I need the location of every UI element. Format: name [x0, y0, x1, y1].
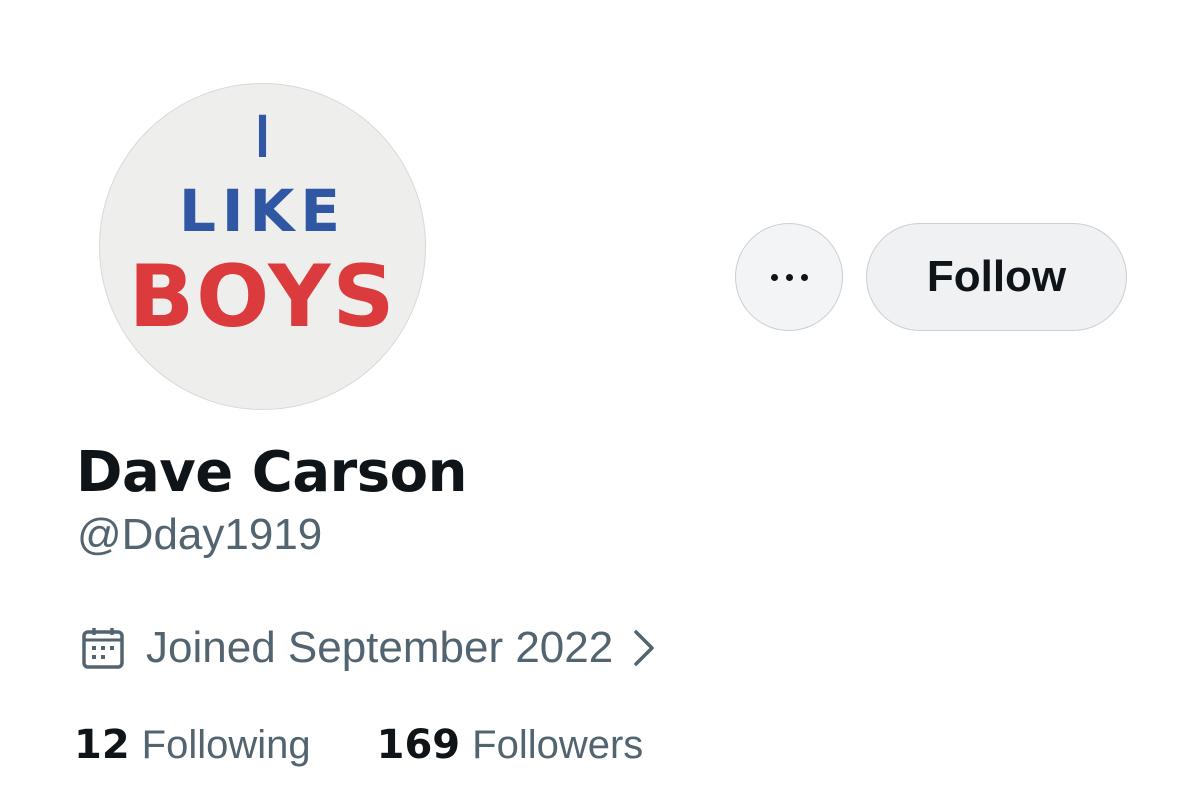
calendar-icon [82, 628, 124, 669]
following-count: 12 [74, 722, 130, 768]
avatar[interactable]: I LIKE BOYS [96, 80, 429, 413]
avatar-badge-line-1: I [255, 103, 270, 171]
more-options-button[interactable] [735, 223, 843, 331]
follow-button[interactable]: Follow [866, 223, 1127, 331]
followers-stat-link[interactable]: 169 Followers [377, 722, 644, 768]
chevron-right-icon [634, 630, 654, 666]
followers-label: Followers [472, 723, 644, 767]
user-handle: @Dday1919 [77, 510, 323, 559]
following-label: Following [141, 723, 311, 767]
joined-date-label: Joined September 2022 [146, 623, 614, 672]
more-horizontal-icon [770, 273, 808, 281]
followers-count: 169 [376, 722, 461, 768]
avatar-badge-line-2: LIKE [178, 177, 347, 245]
following-stat-link[interactable]: 12 Following [74, 722, 311, 768]
avatar-badge-line-3: BOYS [128, 247, 397, 347]
avatar-image: I LIKE BOYS [99, 83, 426, 410]
joined-date-row[interactable]: Joined September 2022 [80, 618, 657, 678]
display-name: Dave Carson [76, 440, 467, 505]
follow-stats: 12 Following 169 Followers [74, 722, 643, 768]
profile-header: I LIKE BOYS Follow Dave Carson @Dday1919… [0, 0, 1200, 800]
